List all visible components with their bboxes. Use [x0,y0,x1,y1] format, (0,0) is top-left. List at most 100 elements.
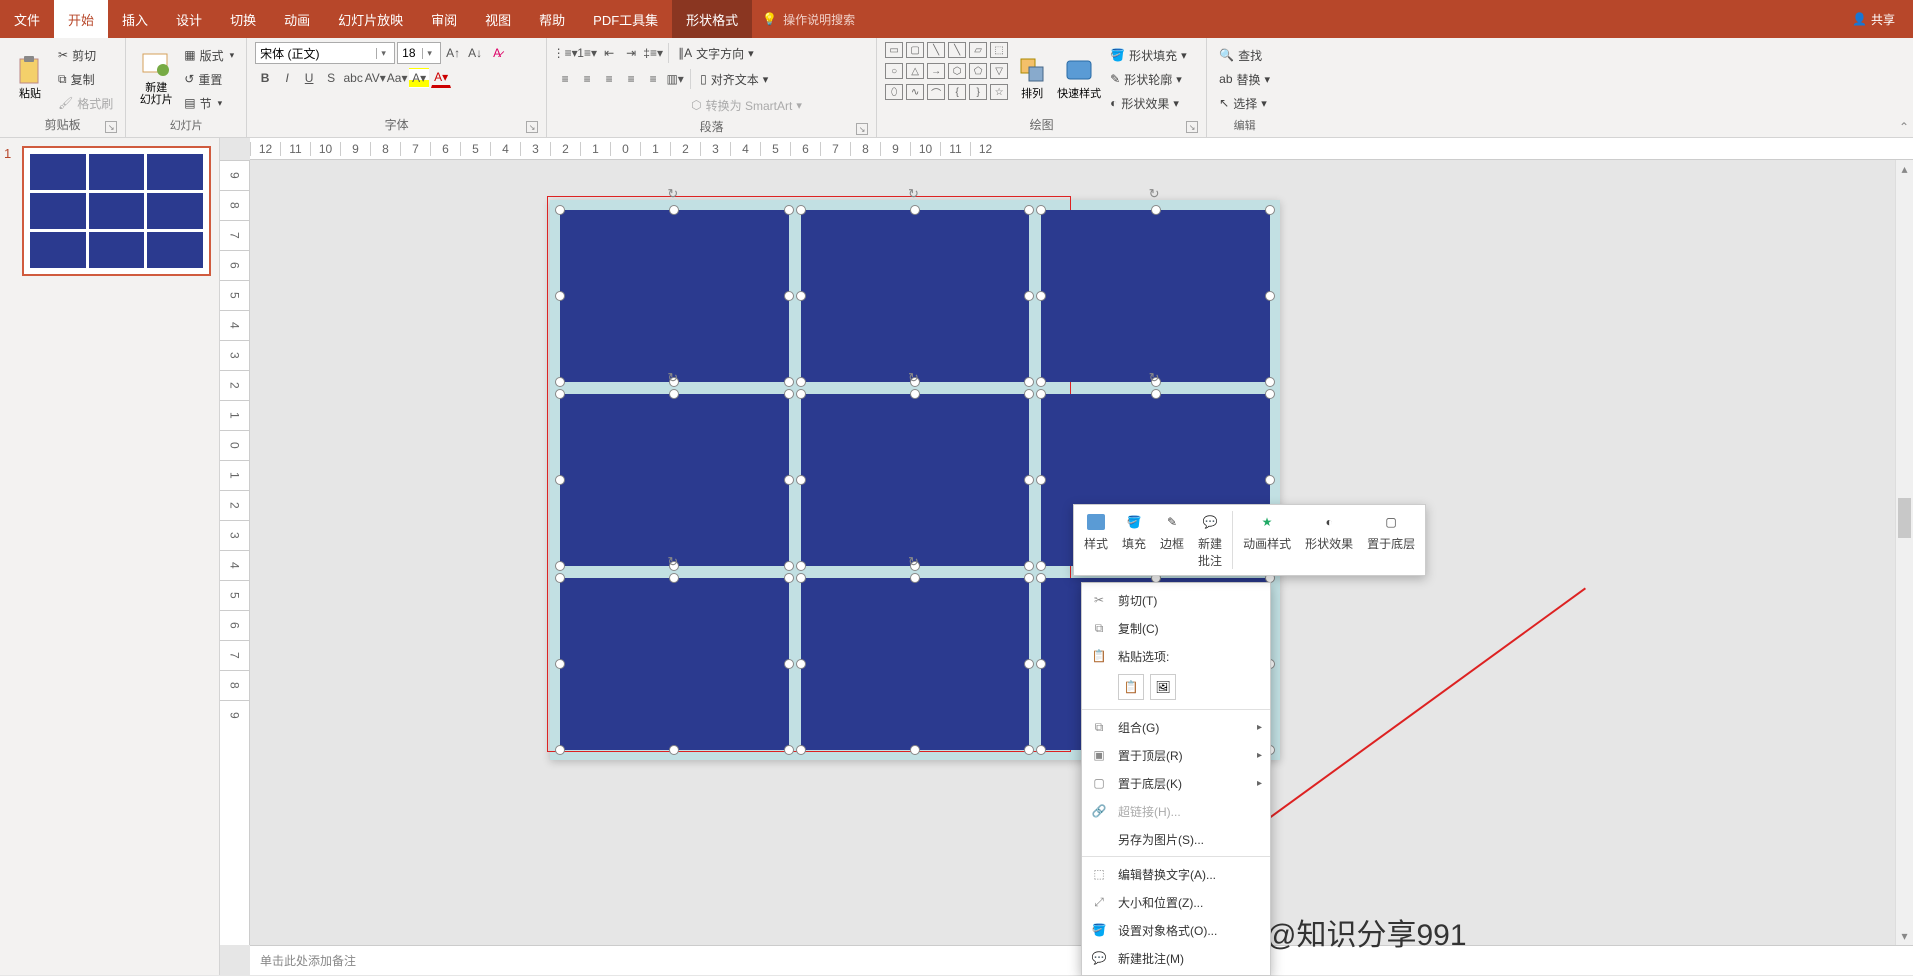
resize-handle[interactable] [1265,389,1275,399]
decrease-indent-button[interactable]: ⇤ [599,43,619,63]
scroll-thumb[interactable] [1898,498,1911,538]
align-center-button[interactable]: ≡ [577,69,597,89]
resize-handle[interactable] [910,205,920,215]
rotate-handle-icon[interactable] [1149,370,1163,384]
tab-insert[interactable]: 插入 [108,0,162,38]
resize-handle[interactable] [1036,205,1046,215]
reset-button[interactable]: ↺重置 [180,68,238,90]
rotate-handle-icon[interactable] [908,370,922,384]
resize-handle[interactable] [669,205,679,215]
resize-handle[interactable] [796,377,806,387]
cm-cut[interactable]: ✂剪切(T) [1082,586,1270,614]
shadow-button[interactable]: abc [343,68,363,88]
resize-handle[interactable] [1036,561,1046,571]
tab-design[interactable]: 设计 [162,0,216,38]
resize-handle[interactable] [784,561,794,571]
resize-handle[interactable] [1151,205,1161,215]
resize-handle[interactable] [784,475,794,485]
resize-handle[interactable] [796,291,806,301]
italic-button[interactable]: I [277,68,297,88]
paste-button[interactable]: 粘贴 [8,42,52,112]
cm-copy[interactable]: ⧉复制(C) [1082,614,1270,642]
new-slide-button[interactable]: 新建 幻灯片 [134,42,178,112]
underline-button[interactable]: U [299,68,319,88]
shape-rectangle[interactable] [560,394,789,566]
share-button[interactable]: 👤共享 [1834,0,1913,38]
columns-button[interactable]: ▥▾ [665,69,685,89]
resize-handle[interactable] [555,291,565,301]
tab-pdf[interactable]: PDF工具集 [579,0,672,38]
resize-handle[interactable] [784,291,794,301]
resize-handle[interactable] [555,389,565,399]
arrange-button[interactable]: 排列 [1012,42,1052,112]
tab-home[interactable]: 开始 [54,0,108,38]
resize-handle[interactable] [1036,659,1046,669]
strike-button[interactable]: S [321,68,341,88]
resize-handle[interactable] [669,745,679,755]
align-right-button[interactable]: ≡ [599,69,619,89]
resize-handle[interactable] [796,205,806,215]
resize-handle[interactable] [555,205,565,215]
change-case-button[interactable]: Aa▾ [387,68,407,88]
shapes-gallery[interactable]: ▭▢╲╲▱⬚ ○△→⬡⬠▽ ⬯∿⌒{}☆ [885,42,1010,104]
bullets-button[interactable]: ⋮≡▾ [555,43,575,63]
cm-format-object[interactable]: 🪣设置对象格式(O)... [1082,916,1270,944]
format-painter-button[interactable]: 🖌格式刷 [54,92,117,114]
shape-rectangle[interactable] [1041,210,1270,382]
quick-styles-button[interactable]: 快速样式 [1054,42,1104,112]
cm-alt-text[interactable]: ⬚编辑替换文字(A)... [1082,860,1270,888]
resize-handle[interactable] [1024,573,1034,583]
resize-handle[interactable] [555,475,565,485]
mini-sendback-button[interactable]: ▢置于底层 [1361,509,1421,571]
distribute-button[interactable]: ≡ [643,69,663,89]
resize-handle[interactable] [1036,573,1046,583]
resize-handle[interactable] [784,377,794,387]
dialog-launcher-icon[interactable]: ↘ [856,123,868,135]
collapse-ribbon-icon[interactable]: ⌃ [1899,120,1909,134]
resize-handle[interactable] [784,573,794,583]
highlight-button[interactable]: A▾ [409,68,429,88]
resize-handle[interactable] [1024,389,1034,399]
find-button[interactable]: 🔍查找 [1215,44,1274,66]
resize-handle[interactable] [784,205,794,215]
shape-fill-button[interactable]: 🪣形状填充▾ [1106,44,1191,66]
resize-handle[interactable] [1024,377,1034,387]
resize-handle[interactable] [669,573,679,583]
tab-slideshow[interactable]: 幻灯片放映 [324,0,417,38]
font-size-combo[interactable]: 18▾ [397,42,441,64]
resize-handle[interactable] [669,389,679,399]
tab-view[interactable]: 视图 [471,0,525,38]
cm-size-pos[interactable]: ⤢大小和位置(Z)... [1082,888,1270,916]
replace-button[interactable]: ab替换▾ [1215,68,1274,90]
shape-rectangle[interactable] [801,578,1030,750]
resize-handle[interactable] [784,745,794,755]
resize-handle[interactable] [796,475,806,485]
resize-handle[interactable] [1024,475,1034,485]
line-spacing-button[interactable]: ‡≡▾ [643,43,663,63]
resize-handle[interactable] [910,573,920,583]
scroll-up-icon[interactable]: ▴ [1896,160,1913,178]
justify-button[interactable]: ≡ [621,69,641,89]
rotate-handle-icon[interactable] [667,370,681,384]
cm-new-comment[interactable]: 💬新建批注(M) [1082,944,1270,972]
resize-handle[interactable] [796,389,806,399]
resize-handle[interactable] [910,745,920,755]
increase-indent-button[interactable]: ⇥ [621,43,641,63]
resize-handle[interactable] [1265,205,1275,215]
rotate-handle-icon[interactable] [908,186,922,200]
resize-handle[interactable] [1265,291,1275,301]
mini-anim-button[interactable]: ★动画样式 [1237,509,1297,571]
resize-handle[interactable] [1265,377,1275,387]
section-button[interactable]: ▤节▾ [180,92,238,114]
dialog-launcher-icon[interactable]: ↘ [526,121,538,133]
increase-font-button[interactable]: A↑ [443,43,463,63]
rotate-handle-icon[interactable] [667,186,681,200]
resize-handle[interactable] [796,561,806,571]
align-left-button[interactable]: ≡ [555,69,575,89]
bold-button[interactable]: B [255,68,275,88]
align-text-button[interactable]: ▯对齐文本▾ [696,68,772,90]
resize-handle[interactable] [796,745,806,755]
resize-handle[interactable] [1024,561,1034,571]
char-spacing-button[interactable]: AV▾ [365,68,385,88]
mini-shapefx-button[interactable]: ◐形状效果 [1299,509,1359,571]
